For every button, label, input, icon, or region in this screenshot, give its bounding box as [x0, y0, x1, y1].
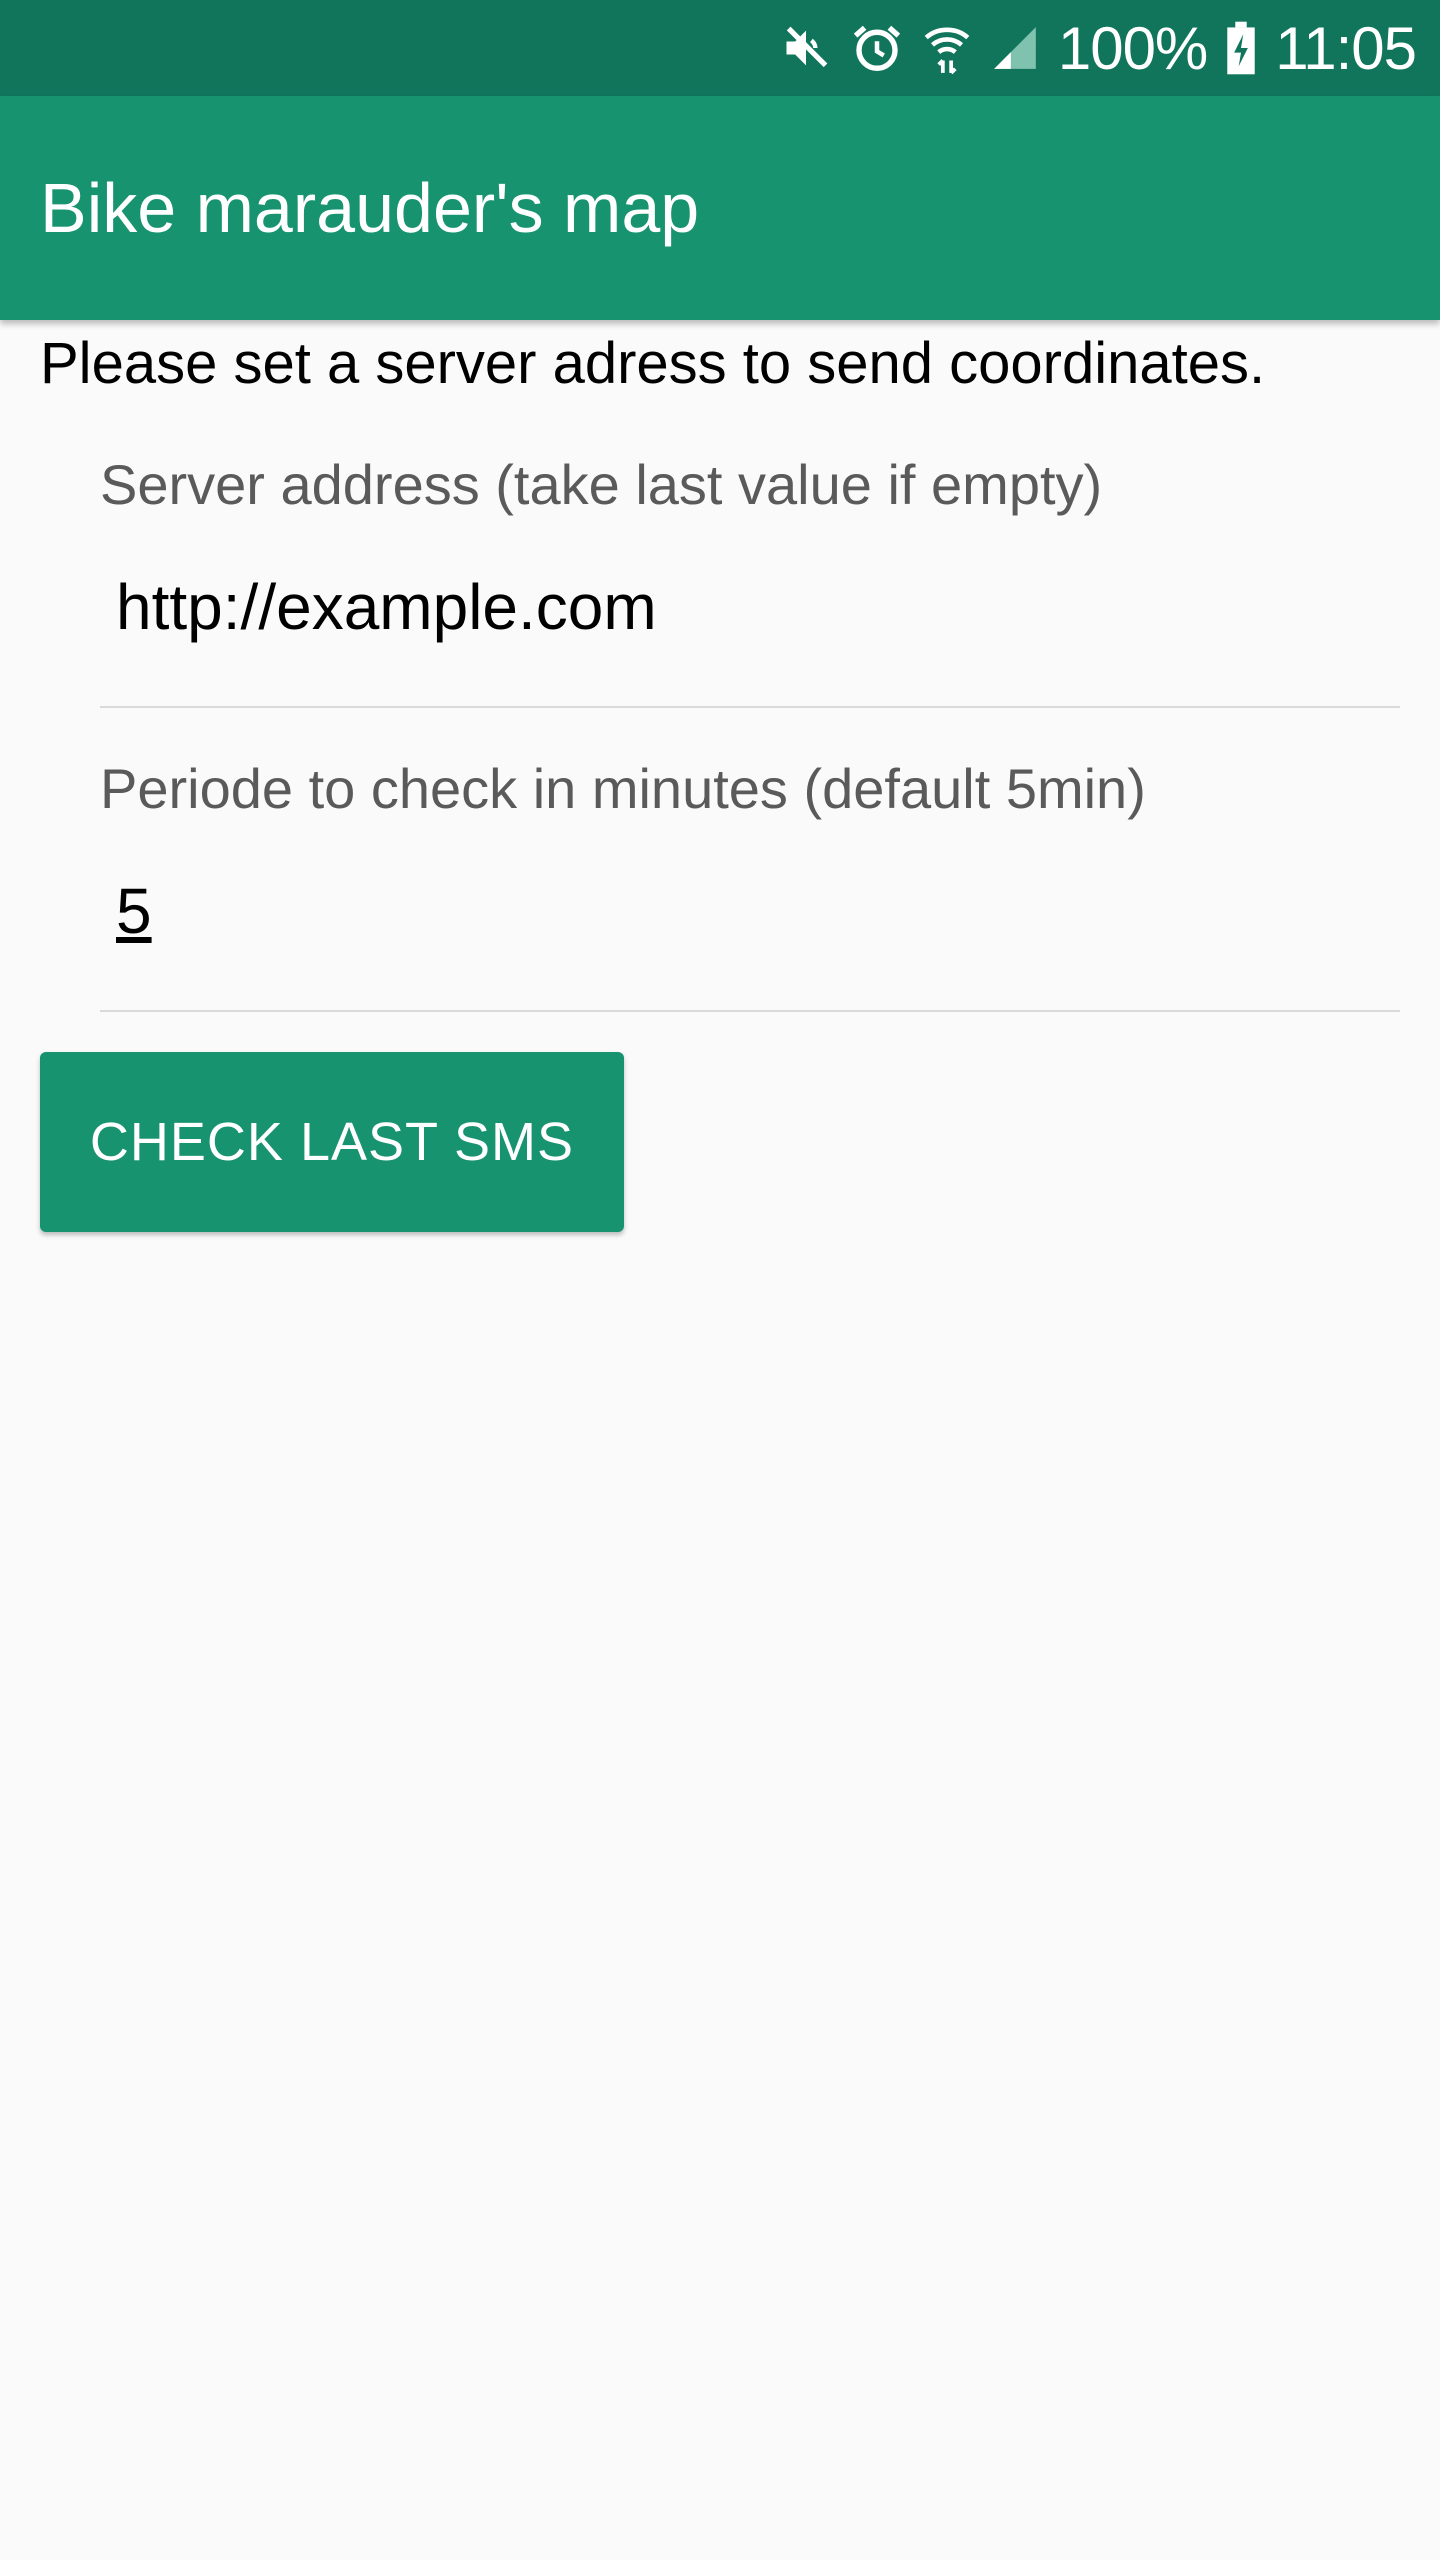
alarm-icon — [850, 21, 904, 75]
app-title: Bike marauder's map — [40, 169, 700, 247]
server-address-input[interactable] — [100, 546, 1400, 708]
battery-percent: 100% — [1057, 14, 1208, 82]
period-input[interactable] — [100, 850, 1400, 1012]
app-bar: Bike marauder's map — [0, 96, 1440, 320]
clock: 11:05 — [1275, 14, 1417, 82]
server-address-label: Server address (take last value if empty… — [100, 453, 1103, 516]
mute-icon — [780, 22, 832, 74]
wifi-icon — [922, 21, 972, 75]
status-icons: 100% 11:05 — [780, 0, 1417, 96]
status-bar: 100% 11:05 — [0, 0, 1440, 96]
instructions-text: Please set a server adress to send coord… — [40, 331, 1266, 396]
battery-charging-icon — [1225, 20, 1257, 76]
period-label: Periode to check in minutes (default 5mi… — [100, 757, 1146, 820]
check-last-sms-button[interactable]: CHECK LAST SMS — [40, 1052, 624, 1232]
signal-icon — [990, 23, 1040, 73]
